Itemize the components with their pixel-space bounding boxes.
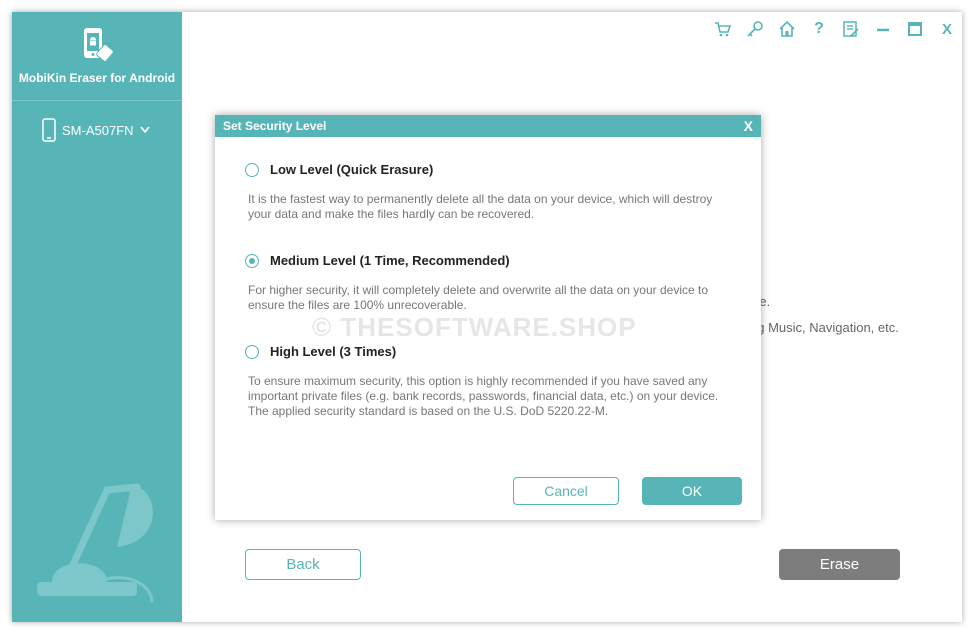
option-medium-level[interactable]: Medium Level (1 Time, Recommended) [245,253,510,268]
maximize-icon[interactable] [904,18,926,40]
close-icon[interactable]: X [936,18,958,40]
option-low-level[interactable]: Low Level (Quick Erasure) [245,162,433,177]
radio-low-level[interactable] [245,162,259,177]
device-selector[interactable]: SM-A507FN [42,118,150,142]
help-icon[interactable]: ? [808,18,830,40]
window-toolbar: ? X [712,18,962,40]
help-label: ? [814,20,824,37]
app-logo-area: MobiKin Eraser for Android [12,12,182,101]
home-icon[interactable] [776,18,798,40]
feedback-icon[interactable] [840,18,862,40]
app-logo-icon [84,28,114,62]
device-name: SM-A507FN [62,122,134,138]
option-low-level-label: Low Level (Quick Erasure) [270,162,434,177]
option-high-level-description: To ensure maximum security, this option … [248,374,719,418]
vacuum-illustration [37,483,154,603]
option-medium-level-description: For higher security, it will completely … [248,283,709,312]
app-window: MobiKin Eraser for Android SM-A507FN ? X… [12,12,962,622]
background-text-2: ng Music, Navigation, etc. [750,320,899,335]
dialog-title: Set Security Level [223,119,327,133]
phone-icon [42,118,56,142]
option-high-level-label: High Level (3 Times) [270,344,397,359]
dialog-header: Set Security Level X [215,115,761,137]
cart-icon[interactable] [712,18,734,40]
minimize-icon[interactable] [872,18,894,40]
option-medium-level-label: Medium Level (1 Time, Recommended) [270,253,510,268]
cancel-button[interactable]: Cancel [513,477,619,505]
security-level-dialog: Set Security Level X Low Level (Quick Er… [215,115,761,520]
ok-button[interactable]: OK [642,477,742,505]
chevron-down-icon [139,126,150,134]
option-low-level-description: It is the fastest way to permanently del… [248,192,713,221]
back-button[interactable]: Back [245,549,361,580]
window-close-label: X [941,20,952,38]
app-title: MobiKin Eraser for Android [18,71,176,85]
option-high-level[interactable]: High Level (3 Times) [245,344,396,359]
dialog-close-button[interactable]: X [744,118,753,134]
sidebar: MobiKin Eraser for Android SM-A507FN [12,12,182,622]
radio-high-level[interactable] [245,344,259,359]
key-icon[interactable] [744,18,766,40]
erase-button[interactable]: Erase [779,549,900,580]
radio-medium-level[interactable] [245,253,259,268]
